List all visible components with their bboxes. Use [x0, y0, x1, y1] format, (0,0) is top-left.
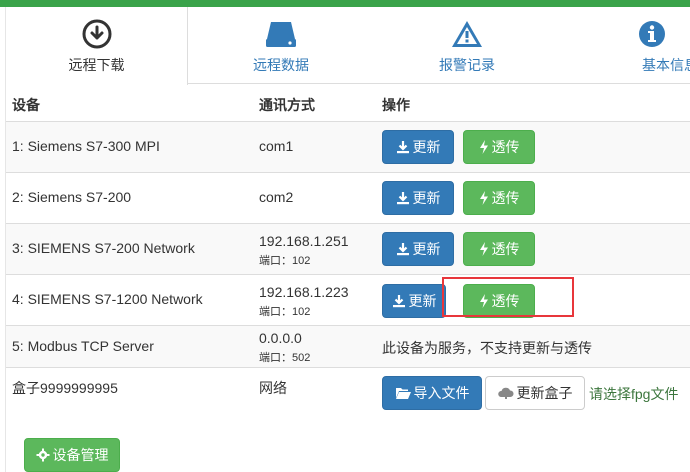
service-note: 此设备为服务，不支持更新与透传 [382, 340, 592, 356]
device-name: 盒子9999999995 [12, 380, 118, 396]
tab-remote-download[interactable]: 远程下载 [6, 7, 188, 85]
table-row: 盒子9999999995 网络 导入文件 更新盒子 请选择fpg文件 [6, 367, 690, 419]
download-circle-icon [82, 19, 111, 49]
passthrough-label: 透传 [491, 190, 520, 206]
table-row: 1: Siemens S7-300 MPI com1 更新 透传 [6, 121, 690, 172]
port-info: 端口：102 [259, 255, 311, 267]
highlight-box [442, 277, 574, 317]
passthrough-button[interactable]: 透传 [463, 232, 535, 266]
update-button[interactable]: 更新 [382, 232, 454, 266]
download-icon [396, 141, 409, 154]
table-row: 2: Siemens S7-200 com2 更新 透传 [6, 172, 690, 223]
comm-method: 192.168.1.223 [259, 284, 349, 300]
import-file-label: 导入文件 [413, 385, 470, 401]
comm-method: com2 [259, 189, 294, 205]
device-management-button[interactable]: 设备管理 [24, 438, 120, 472]
update-label: 更新 [412, 139, 441, 155]
folder-open-icon [395, 388, 411, 399]
update-label: 更新 [412, 190, 441, 206]
passthrough-label: 透传 [491, 241, 520, 257]
gear-icon [36, 448, 49, 462]
update-label: 更新 [408, 293, 437, 309]
header-device: 设备 [12, 97, 40, 113]
device-name: 5: Modbus TCP Server [12, 338, 154, 354]
tab-alarm-records[interactable]: 报警记录 [374, 7, 560, 84]
import-file-button[interactable]: 导入文件 [382, 376, 482, 410]
passthrough-label: 透传 [491, 139, 520, 155]
header-action: 操作 [382, 97, 410, 113]
passthrough-button[interactable]: 透传 [463, 181, 535, 215]
device-name: 1: Siemens S7-300 MPI [12, 138, 160, 154]
table-row: 4: SIEMENS S7-1200 Network 192.168.1.223… [6, 274, 690, 325]
comm-method: 0.0.0.0 [259, 330, 302, 346]
warning-triangle-icon [452, 21, 482, 47]
download-icon [396, 192, 409, 205]
table-row: 5: Modbus TCP Server 0.0.0.0 端口：502 此设备为… [6, 325, 690, 367]
tab-basic-info[interactable]: 基本信息 [560, 7, 690, 84]
comm-method: 192.168.1.251 [259, 233, 349, 249]
tab-bar: 远程下载 远程数据 报警记录 基本信息 [6, 7, 690, 85]
lightning-icon [479, 140, 488, 154]
port-info: 端口：502 [259, 352, 311, 364]
device-name: 2: Siemens S7-200 [12, 189, 132, 205]
tab-label: 基本信息 [642, 57, 690, 73]
download-icon [396, 243, 409, 256]
lightning-icon [479, 242, 488, 256]
update-button[interactable]: 更新 [382, 130, 454, 164]
tab-label: 远程数据 [253, 57, 309, 73]
port-info: 端口：102 [259, 306, 311, 318]
info-circle-icon [639, 21, 665, 47]
tab-remote-data[interactable]: 远程数据 [188, 7, 374, 84]
tab-label: 远程下载 [68, 57, 125, 73]
cloud-upload-icon [497, 387, 514, 399]
update-button[interactable]: 更新 [382, 181, 454, 215]
lightning-icon [479, 191, 488, 205]
device-management-label: 设备管理 [52, 447, 109, 463]
comm-method: 网络 [259, 380, 287, 396]
passthrough-button[interactable]: 透传 [463, 130, 535, 164]
tab-label: 报警记录 [439, 57, 495, 73]
top-green-bar [0, 0, 690, 7]
table-row: 3: SIEMENS S7-200 Network 192.168.1.251 … [6, 223, 690, 274]
select-file-hint: 请选择fpg文件 [589, 386, 679, 402]
update-box-label: 更新盒子 [516, 385, 573, 401]
hard-drive-icon [266, 22, 296, 47]
device-name: 4: SIEMENS S7-1200 Network [12, 291, 203, 307]
update-box-button[interactable]: 更新盒子 [485, 376, 585, 410]
download-icon [392, 295, 405, 308]
device-name: 3: SIEMENS S7-200 Network [12, 240, 195, 256]
header-comm: 通讯方式 [259, 97, 315, 113]
update-label: 更新 [412, 241, 441, 257]
comm-method: com1 [259, 138, 294, 154]
update-button[interactable]: 更新 [382, 284, 446, 318]
